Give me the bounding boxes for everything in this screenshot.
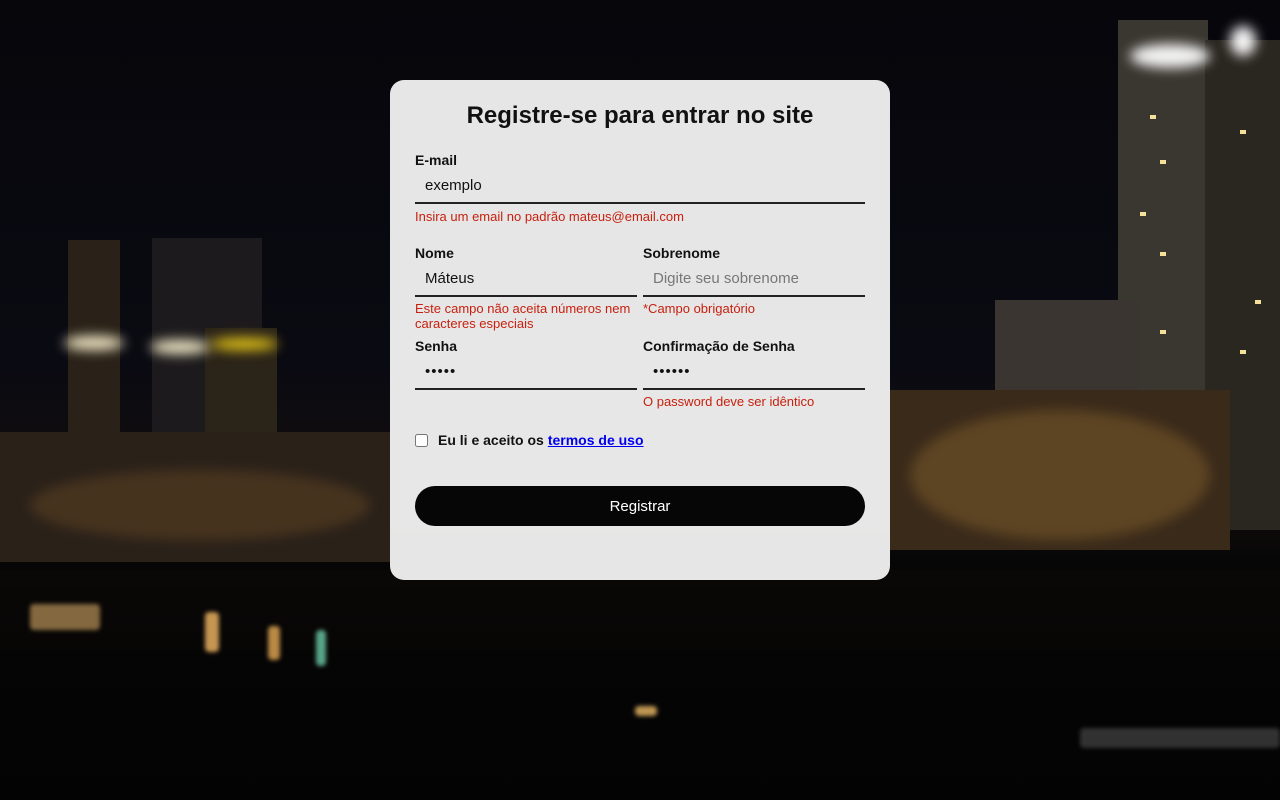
email-group: E-mail Insira um email no padrão mateus@…: [415, 152, 865, 224]
email-label: E-mail: [415, 152, 458, 168]
confirmacao-input[interactable]: [643, 356, 865, 390]
light-glow: [64, 336, 124, 350]
senha-input[interactable]: [415, 356, 637, 390]
light-reflection: [1080, 728, 1280, 748]
light-glow: [910, 410, 1210, 540]
sobrenome-group: Sobrenome *Campo obrigatório: [643, 245, 865, 316]
email-error: Insira um email no padrão mateus@email.c…: [415, 209, 684, 224]
light-reflection: [205, 612, 219, 652]
window-light: [1240, 350, 1246, 354]
window-light: [1160, 160, 1166, 164]
registration-form: Registre-se para entrar no site E-mail I…: [390, 80, 890, 580]
window-light: [1255, 300, 1261, 304]
building: [995, 300, 1140, 390]
light-glow: [210, 338, 278, 350]
nome-error: Este campo não aceita números nem caract…: [415, 301, 637, 331]
nome-label: Nome: [415, 245, 454, 261]
window-light: [1240, 130, 1246, 134]
window-light: [1160, 252, 1166, 256]
confirmacao-label: Confirmação de Senha: [643, 338, 795, 354]
confirmacao-group: Confirmação de Senha O password deve ser…: [643, 338, 865, 409]
terms-checkbox[interactable]: [415, 433, 428, 447]
sobrenome-error: *Campo obrigatório: [643, 301, 756, 316]
nome-error-line1: Este campo não aceita números nem: [415, 301, 631, 316]
terms-text: Eu li e aceito os: [438, 432, 544, 448]
light-reflection: [635, 706, 657, 716]
senha-label: Senha: [415, 338, 458, 354]
river-water: [0, 570, 1280, 800]
sobrenome-label: Sobrenome: [643, 245, 721, 261]
light-reflection: [316, 630, 326, 666]
light-reflection: [30, 604, 100, 630]
light-glow: [1230, 26, 1256, 56]
light-reflection: [268, 626, 280, 660]
form-title: Registre-se para entrar no site: [466, 102, 814, 129]
light-glow: [150, 340, 210, 354]
nome-error-line2: caracteres especiais: [415, 316, 534, 331]
light-glow: [30, 470, 370, 540]
window-light: [1140, 212, 1146, 216]
confirmacao-error: O password deve ser idêntico: [643, 394, 815, 409]
terms-row: Eu li e aceito os termos de uso: [415, 432, 644, 448]
light-glow: [1130, 44, 1210, 68]
senha-group: Senha: [415, 338, 637, 390]
window-light: [1160, 330, 1166, 334]
terms-link[interactable]: termos de uso: [548, 432, 644, 448]
register-button[interactable]: Registrar: [415, 486, 865, 526]
sobrenome-input[interactable]: [643, 263, 865, 297]
nome-group: Nome Este campo não aceita números nem c…: [415, 245, 637, 331]
window-light: [1150, 115, 1156, 119]
nome-input[interactable]: [415, 263, 637, 297]
email-input[interactable]: [415, 170, 865, 204]
